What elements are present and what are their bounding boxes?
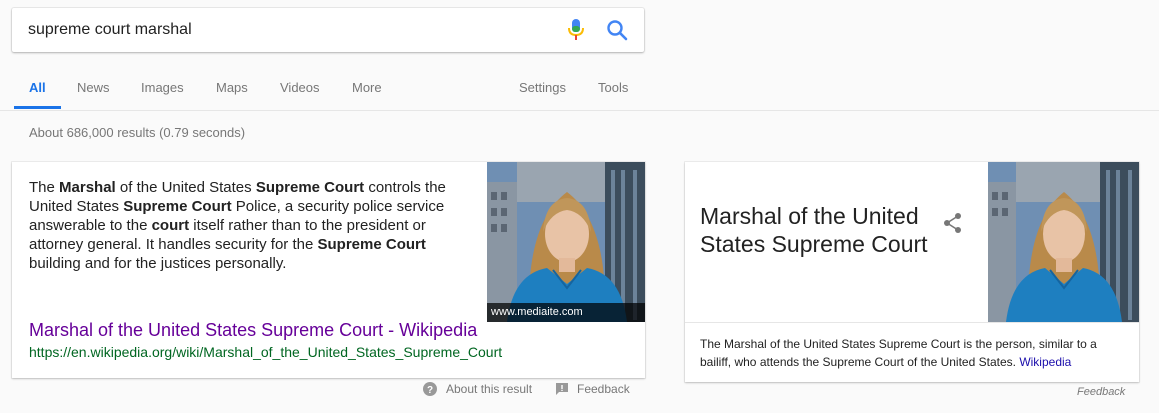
snippet-highlight: Supreme Court	[317, 236, 426, 253]
tab-settings[interactable]: Settings	[519, 80, 566, 95]
feedback-icon[interactable]	[556, 383, 568, 395]
snippet-highlight: court	[151, 217, 190, 234]
result-stats: About 686,000 results (0.79 seconds)	[29, 125, 246, 140]
featured-image[interactable]: www.mediaite.com	[487, 162, 645, 322]
search-icon[interactable]	[606, 19, 628, 41]
snippet-text: The	[29, 179, 60, 196]
knowledge-panel-description: The Marshal of the United States Supreme…	[700, 335, 1125, 371]
active-tab-indicator	[14, 106, 61, 109]
share-icon[interactable]	[943, 212, 963, 234]
tab-images[interactable]: Images	[141, 80, 184, 95]
knowledge-panel-title: Marshal of the United States Supreme Cou…	[700, 203, 928, 257]
tab-videos[interactable]: Videos	[280, 80, 320, 95]
search-input[interactable]	[28, 20, 548, 40]
image-source-caption: www.mediaite.com	[487, 303, 645, 322]
knowledge-panel-feedback-link[interactable]: Feedback	[1077, 386, 1125, 398]
result-title-link[interactable]: Marshal of the United States Supreme Cou…	[29, 320, 477, 341]
featured-snippet-card: The Marshal of the United States Supreme…	[12, 162, 645, 378]
knowledge-panel: Marshal of the United States Supreme Cou…	[685, 162, 1139, 382]
microphone-icon[interactable]	[568, 19, 584, 41]
tab-tools[interactable]: Tools	[598, 80, 628, 95]
wikipedia-source-link[interactable]: Wikipedia	[1019, 355, 1071, 369]
about-this-result-link[interactable]: About this result	[446, 382, 532, 396]
knowledge-panel-image[interactable]	[988, 162, 1139, 322]
featured-snippet-text: The Marshal of the United States Supreme…	[29, 178, 469, 273]
tab-news[interactable]: News	[77, 80, 110, 95]
tab-all[interactable]: All	[29, 80, 46, 95]
search-box[interactable]	[12, 8, 644, 52]
person-photo	[487, 162, 645, 322]
question-circle-icon[interactable]: ?	[423, 382, 437, 396]
snippet-highlight: Supreme Court	[255, 179, 365, 196]
svg-text:?: ?	[427, 385, 433, 396]
snippet-highlight: Marshal	[59, 179, 116, 196]
featured-feedback-link[interactable]: Feedback	[577, 382, 630, 396]
result-url: https://en.wikipedia.org/wiki/Marshal_of…	[29, 344, 503, 360]
divider	[685, 322, 1139, 323]
tab-more[interactable]: More	[352, 80, 382, 95]
snippet-text: building and for the justices personally…	[29, 255, 287, 272]
tab-maps[interactable]: Maps	[216, 80, 248, 95]
snippet-text: of the United States	[115, 179, 256, 196]
person-photo	[988, 162, 1139, 322]
search-tabs-bar: All News Images Maps Videos More Setting…	[0, 60, 1159, 111]
snippet-highlight: Supreme Court	[123, 198, 232, 215]
